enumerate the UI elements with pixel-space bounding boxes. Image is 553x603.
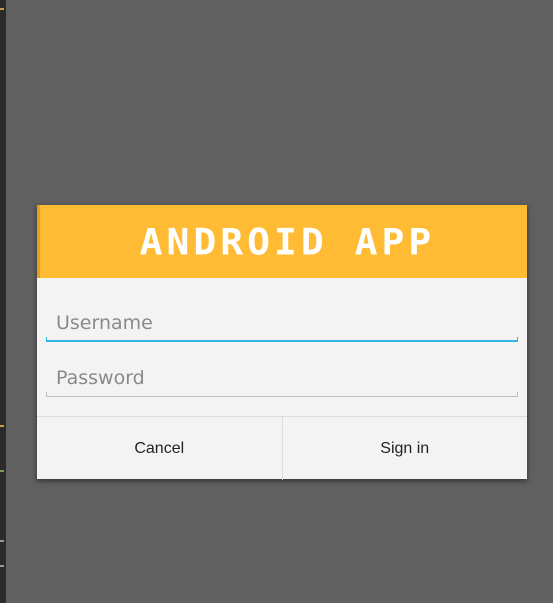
underline-tick — [46, 392, 47, 397]
username-input[interactable] — [46, 306, 518, 340]
underline-tick — [517, 337, 518, 342]
app-logo-title: ANDROID APP — [139, 220, 436, 263]
underline-tick — [517, 392, 518, 397]
ide-marker — [0, 470, 4, 472]
sign-in-button[interactable]: Sign in — [283, 417, 528, 480]
username-field[interactable] — [46, 306, 518, 344]
dialog-header: ANDROID APP — [37, 205, 527, 278]
underline-tick — [46, 337, 47, 342]
password-input[interactable] — [46, 361, 518, 395]
ide-marker — [0, 425, 4, 427]
ide-marker — [0, 8, 4, 10]
cancel-button[interactable]: Cancel — [37, 417, 283, 480]
login-dialog: ANDROID APP Cancel Sign in — [37, 205, 527, 480]
password-underline — [46, 396, 518, 397]
dialog-button-bar: Cancel Sign in — [37, 416, 527, 480]
ide-marker — [0, 565, 4, 567]
username-underline — [46, 340, 518, 342]
ide-marker — [0, 540, 4, 542]
ide-side-strip — [0, 0, 6, 603]
password-field[interactable] — [46, 361, 518, 399]
